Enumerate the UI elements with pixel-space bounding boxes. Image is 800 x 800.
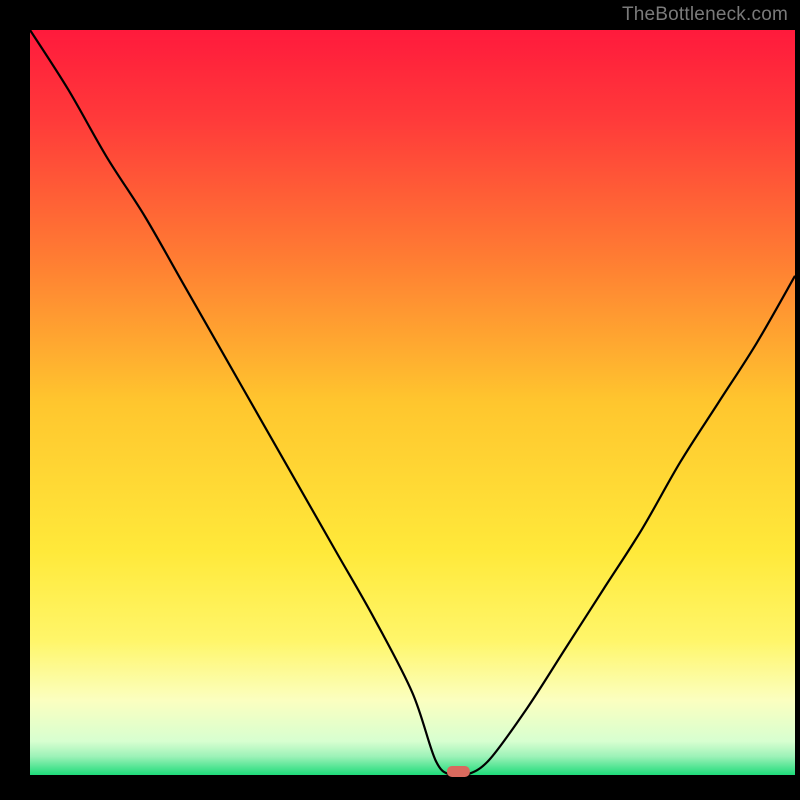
plot-background [30,30,795,775]
watermark-text: TheBottleneck.com [622,4,788,26]
bottleneck-chart [0,0,800,800]
chart-frame: TheBottleneck.com [0,0,800,800]
optimal-marker [447,766,470,777]
